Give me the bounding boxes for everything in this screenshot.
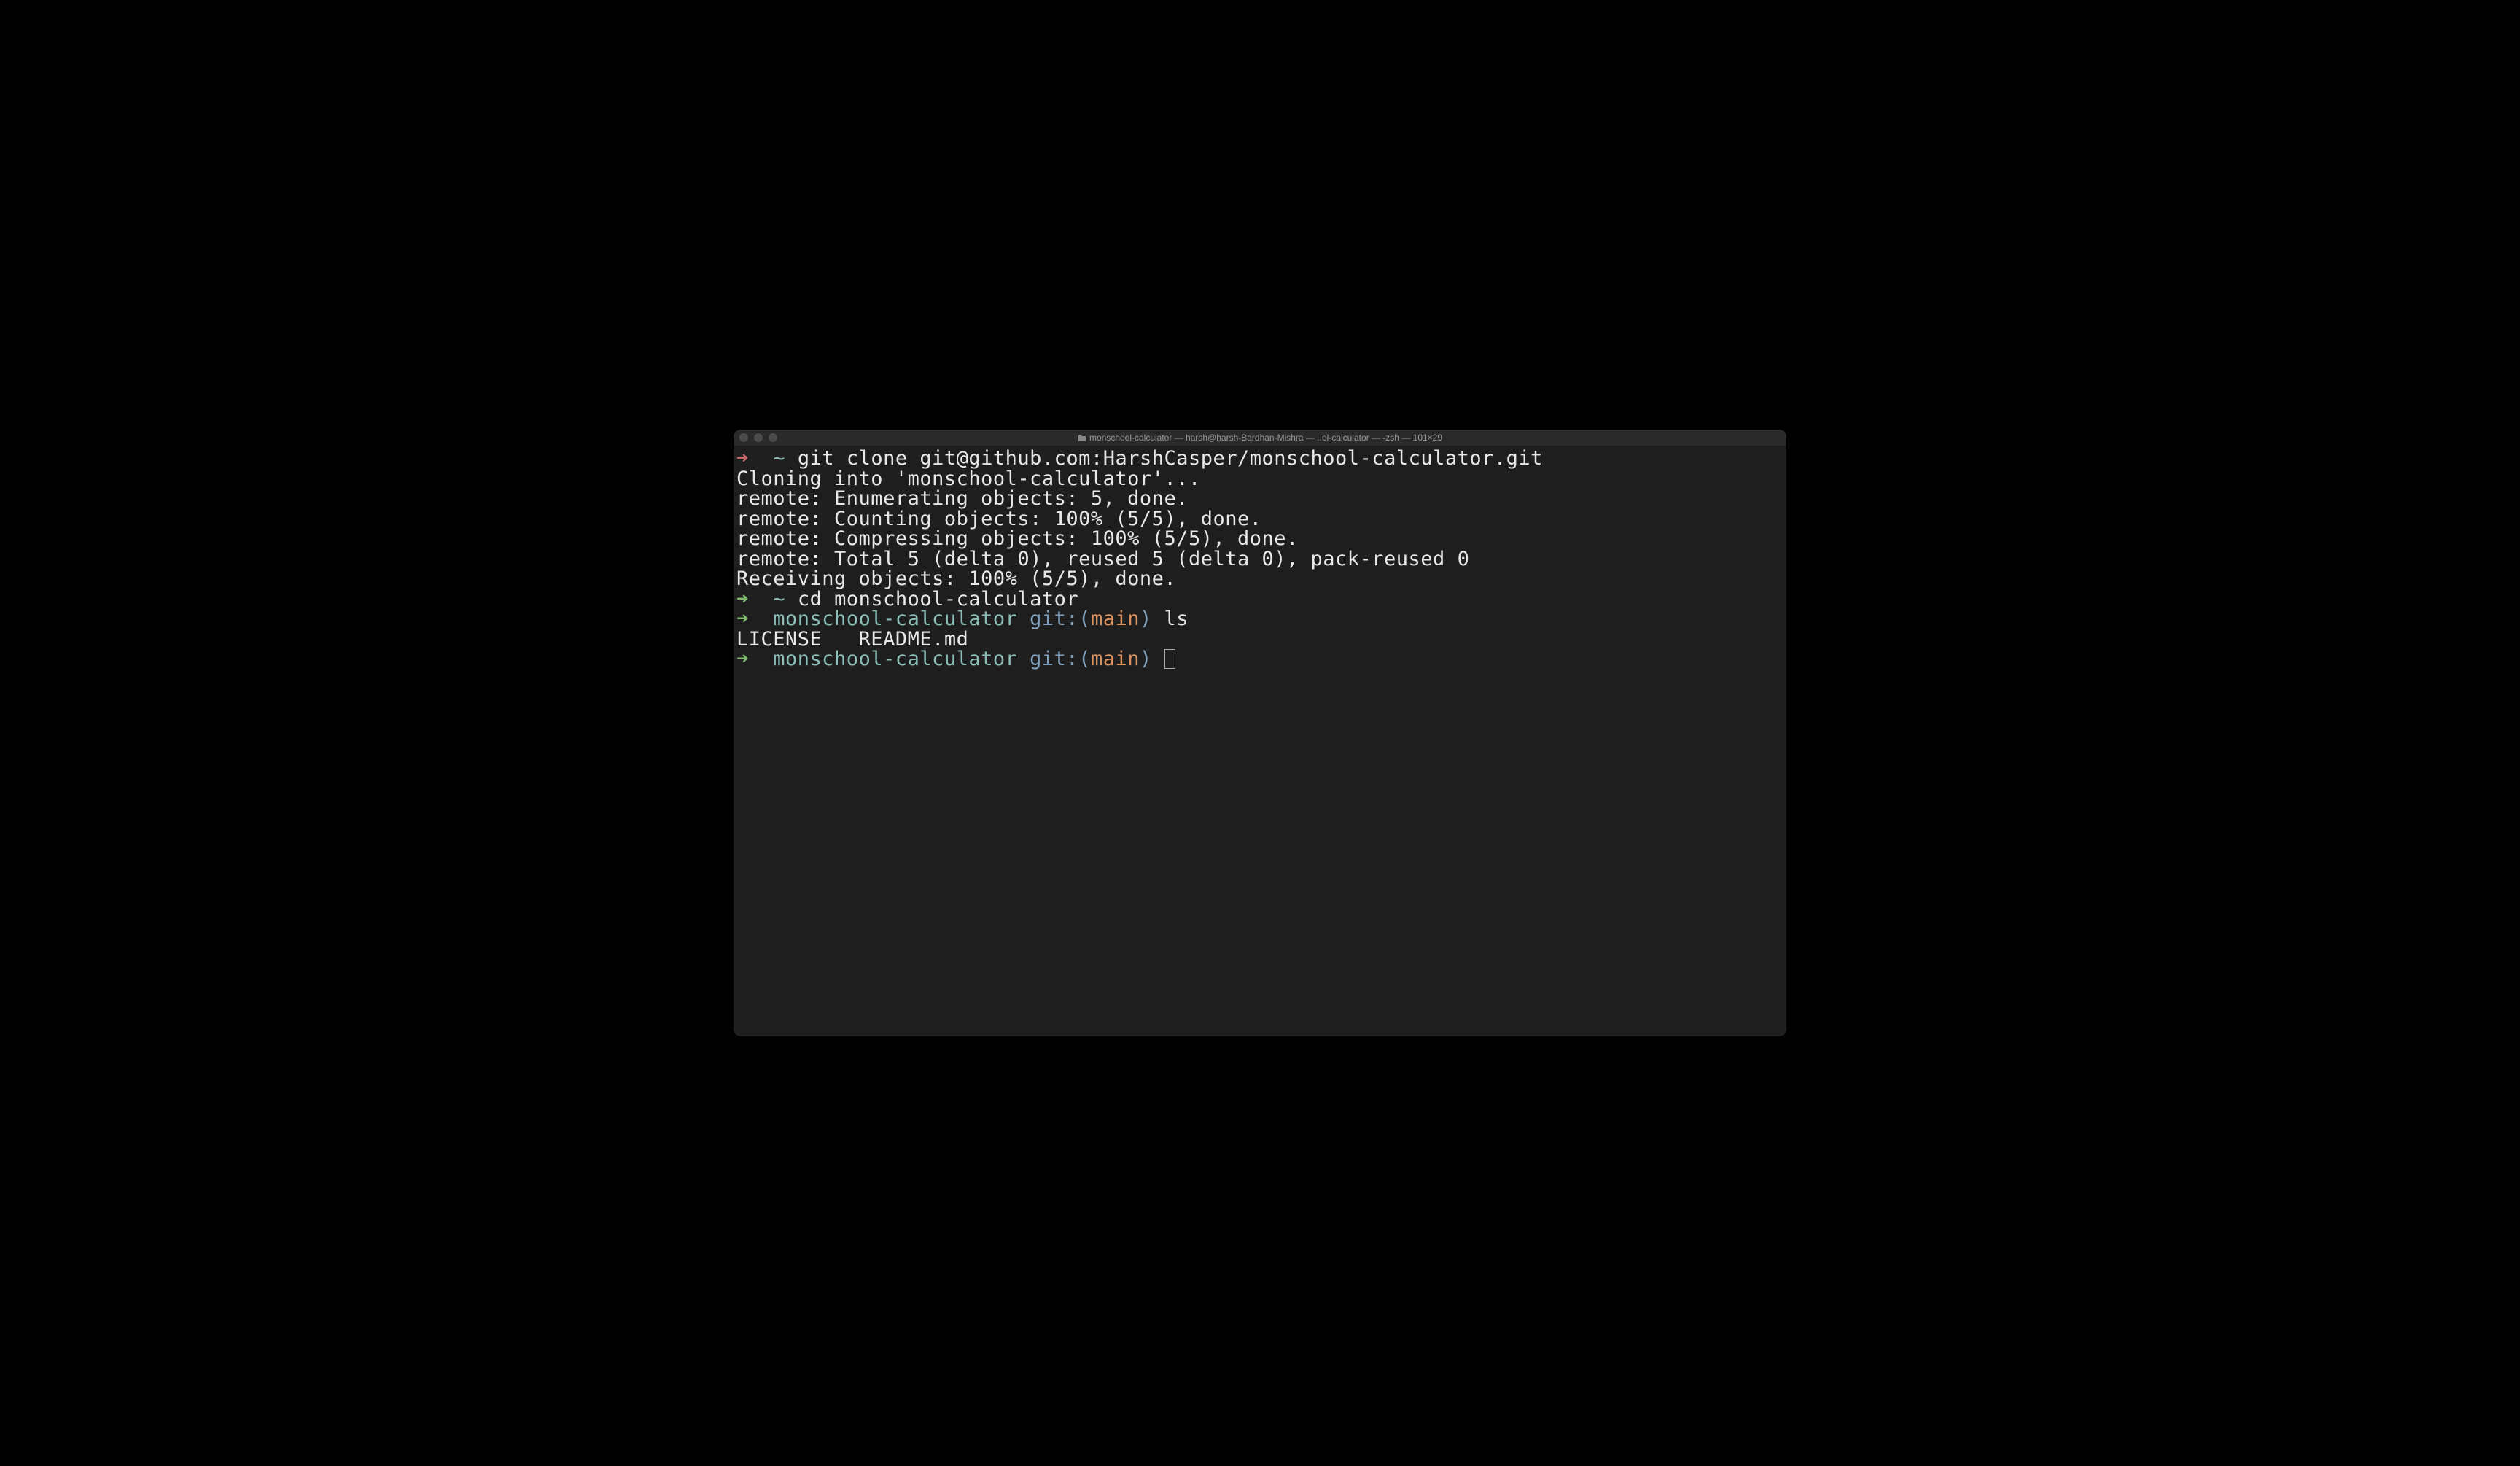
prompt-arrow: ➜ xyxy=(736,648,749,670)
minimize-button[interactable] xyxy=(754,433,763,442)
terminal-line: ➜ monschool-calculator git:(main) ls xyxy=(736,609,1784,629)
window-title: monschool-calculator — harsh@harsh-Bardh… xyxy=(1078,433,1442,443)
terminal-output-line: remote: Enumerating objects: 5, done. xyxy=(736,489,1784,509)
terminal-output-line: remote: Counting objects: 100% (5/5), do… xyxy=(736,509,1784,530)
terminal-line: ➜ monschool-calculator git:(main) xyxy=(736,649,1784,670)
folder-icon xyxy=(1078,434,1086,441)
terminal-output-line: remote: Compressing objects: 100% (5/5),… xyxy=(736,529,1784,549)
terminal-window: monschool-calculator — harsh@harsh-Bardh… xyxy=(734,430,1786,1036)
git-label: git:( xyxy=(1030,608,1091,630)
command-text: cd monschool-calculator xyxy=(798,588,1078,610)
terminal-output-line: Receiving objects: 100% (5/5), done. xyxy=(736,569,1784,589)
traffic-lights xyxy=(739,433,777,442)
git-paren-close: ) xyxy=(1140,648,1152,670)
prompt-tilde: ~ xyxy=(773,588,785,610)
prompt-arrow: ➜ xyxy=(736,447,749,470)
prompt-arrow: ➜ xyxy=(736,608,749,630)
command-text: ls xyxy=(1164,608,1189,630)
git-branch: main xyxy=(1091,608,1140,630)
maximize-button[interactable] xyxy=(769,433,777,442)
terminal-output-line: LICENSE README.md xyxy=(736,629,1784,650)
window-title-text: monschool-calculator — harsh@harsh-Bardh… xyxy=(1089,433,1442,443)
prompt-directory: monschool-calculator xyxy=(773,648,1017,670)
titlebar: monschool-calculator — harsh@harsh-Bardh… xyxy=(734,430,1786,446)
terminal-line: ➜ ~ git clone git@github.com:HarshCasper… xyxy=(736,449,1784,469)
prompt-arrow: ➜ xyxy=(736,588,749,610)
terminal-body[interactable]: ➜ ~ git clone git@github.com:HarshCasper… xyxy=(734,446,1786,1036)
command-text: git clone git@github.com:HarshCasper/mon… xyxy=(798,447,1543,470)
prompt-directory: monschool-calculator xyxy=(773,608,1017,630)
prompt-tilde: ~ xyxy=(773,447,785,470)
terminal-output-line: remote: Total 5 (delta 0), reused 5 (del… xyxy=(736,549,1784,570)
terminal-output-line: Cloning into 'monschool-calculator'... xyxy=(736,469,1784,489)
git-label: git:( xyxy=(1030,648,1091,670)
terminal-line: ➜ ~ cd monschool-calculator xyxy=(736,589,1784,610)
close-button[interactable] xyxy=(739,433,748,442)
git-branch: main xyxy=(1091,648,1140,670)
git-paren-close: ) xyxy=(1140,608,1152,630)
cursor xyxy=(1164,649,1175,669)
